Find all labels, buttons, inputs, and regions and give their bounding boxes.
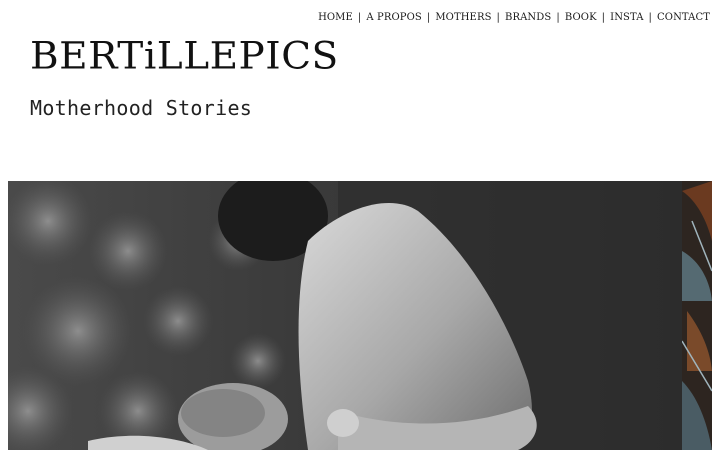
top-nav: HOME | A PROPOS | MOTHERS | BRANDS | BOO… (318, 12, 710, 23)
side-photo-image (682, 181, 712, 450)
site-tagline: Motherhood Stories (30, 96, 253, 120)
hero-photo-image (8, 181, 682, 450)
nav-separator: | (357, 12, 362, 23)
nav-insta[interactable]: INSTA (610, 12, 643, 23)
nav-a-propos[interactable]: A PROPOS (366, 12, 421, 23)
hero-photo[interactable] (8, 181, 682, 450)
site-logo[interactable]: BERTiLLEPICS (30, 38, 339, 75)
nav-separator: | (496, 12, 501, 23)
side-photo[interactable] (682, 181, 712, 450)
page: HOME | A PROPOS | MOTHERS | BRANDS | BOO… (0, 0, 720, 450)
nav-brands[interactable]: BRANDS (505, 12, 551, 23)
nav-contact[interactable]: CONTACT (657, 12, 710, 23)
nav-separator: | (601, 12, 606, 23)
nav-separator: | (648, 12, 653, 23)
nav-mothers[interactable]: MOTHERS (435, 12, 491, 23)
nav-home[interactable]: HOME (318, 12, 353, 23)
nav-separator: | (556, 12, 560, 23)
nav-separator: | (426, 12, 431, 23)
nav-book[interactable]: BOOK (565, 12, 597, 23)
